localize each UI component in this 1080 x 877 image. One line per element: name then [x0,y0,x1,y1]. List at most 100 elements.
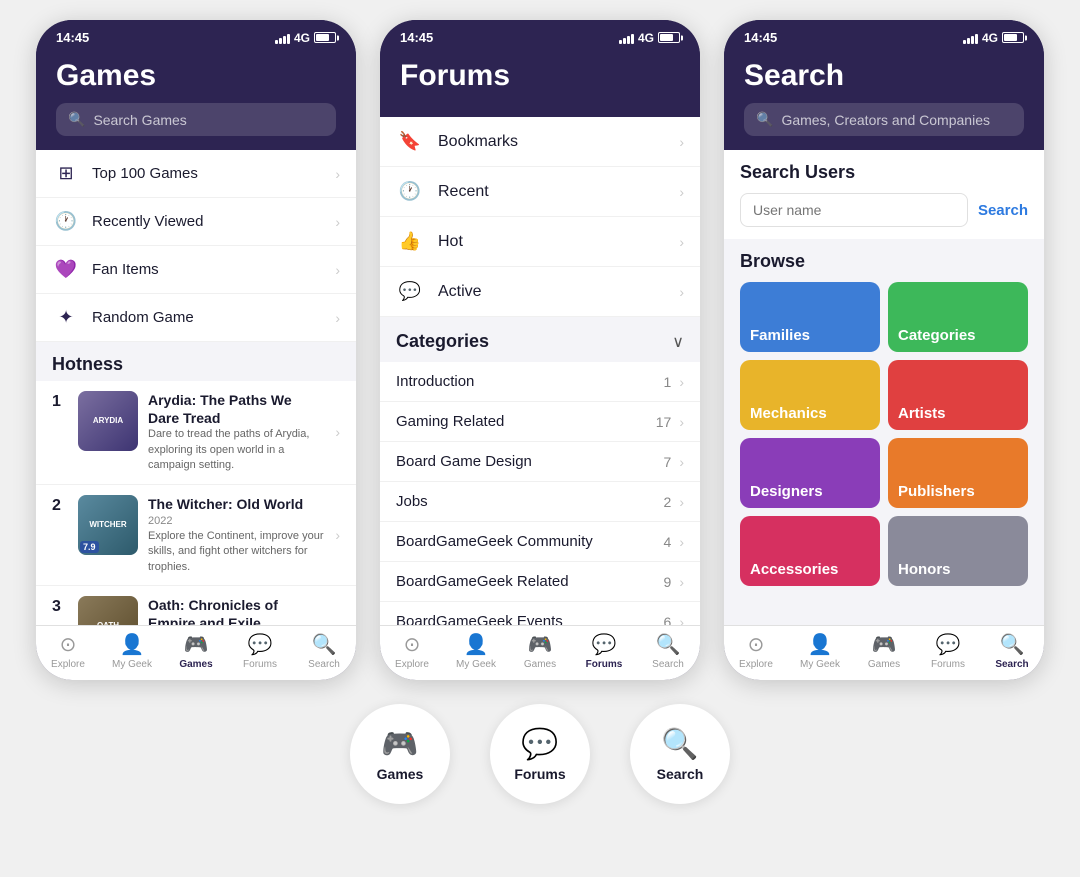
category-chevron-4: › [679,534,684,550]
game-rating-2: 7.9 [80,541,99,553]
mygeek-icon-s: 👤 [808,632,833,657]
tab-search-s[interactable]: 🔍 Search [980,632,1044,670]
accessories-label: Accessories [750,561,838,578]
category-name-2: Board Game Design [396,453,664,470]
games-bottom-icon: 🎮 [381,727,418,762]
search-bottom-icon: 🔍 [661,727,698,762]
game-item-1[interactable]: 1 ARYDIA Arydia: The Paths We Dare Tread… [36,381,356,485]
tab-games-f[interactable]: 🎮 Games [508,632,572,670]
explore-icon-s: ⊙ [748,632,765,657]
fan-items-chevron: › [335,262,340,278]
nav-top100[interactable]: ⊞ Top 100 Games › [36,150,356,198]
category-chevron-2: › [679,454,684,470]
tab-games-s[interactable]: 🎮 Games [852,632,916,670]
category-jobs[interactable]: Jobs 2 › [380,482,700,522]
forums-active[interactable]: 💬 Active › [380,267,700,317]
browse-families[interactable]: Families [740,282,880,352]
tab-forums[interactable]: 💬 Forums [228,632,292,670]
search-main-bar[interactable]: 🔍 Games, Creators and Companies [744,103,1024,136]
search-users-button[interactable]: Search [978,202,1028,219]
game-chevron-1: › [335,424,340,440]
browse-publishers[interactable]: Publishers [888,438,1028,508]
signal-bars-search [963,32,978,44]
games-search-bar[interactable]: 🔍 Search Games [56,103,336,136]
publishers-label: Publishers [898,483,975,500]
category-bgg-events[interactable]: BoardGameGeek Events 6 › [380,602,700,625]
category-bgg-community[interactable]: BoardGameGeek Community 4 › [380,522,700,562]
browse-accessories[interactable]: Accessories [740,516,880,586]
bar4s [975,34,978,44]
explore-label-s: Explore [739,659,773,670]
forums-recent[interactable]: 🕐 Recent › [380,167,700,217]
category-count-3: 2 [664,494,672,510]
tab-explore[interactable]: ⊙ Explore [36,632,100,670]
game-rank-3: 3 [52,598,68,616]
random-icon: ✦ [52,307,80,328]
browse-designers[interactable]: Designers [740,438,880,508]
mechanics-label: Mechanics [750,405,827,422]
forums-hot[interactable]: 👍 Hot › [380,217,700,267]
nav-random-game[interactable]: ✦ Random Game › [36,294,356,342]
recent-chevron: › [679,184,684,200]
browse-honors[interactable]: Honors [888,516,1028,586]
bar1 [275,40,278,44]
game-rank-1: 1 [52,393,68,411]
bookmarks-label: Bookmarks [438,133,665,151]
category-gaming-related[interactable]: Gaming Related 17 › [380,402,700,442]
categories-title: Categories [396,331,489,352]
tab-search-f[interactable]: 🔍 Search [636,632,700,670]
battery-search [1002,32,1024,43]
nav-fan-items[interactable]: 💜 Fan Items › [36,246,356,294]
categories-collapse[interactable]: ∨ [672,332,684,352]
search-users-section: Search Users Search [724,150,1044,239]
tab-mygeek-f[interactable]: 👤 My Geek [444,632,508,670]
games-tab-label: Games [179,659,212,670]
network-type: 4G [294,31,310,45]
forums-label: Forums [243,659,277,670]
status-time-search: 14:45 [744,30,777,45]
tab-explore-f[interactable]: ⊙ Explore [380,632,444,670]
category-chevron-1: › [679,414,684,430]
search-tab-icon: 🔍 [312,632,337,657]
search-main-icon: 🔍 [756,111,773,128]
category-introduction[interactable]: Introduction 1 › [380,362,700,402]
tab-forums-f[interactable]: 💬 Forums [572,632,636,670]
recent-label: Recent [438,183,665,201]
tab-games[interactable]: 🎮 Games [164,632,228,670]
game-item-3[interactable]: 3 OATH 8.1 Oath: Chronicles of Empire an… [36,586,356,625]
browse-mechanics[interactable]: Mechanics [740,360,880,430]
status-bar-forums: 14:45 4G [380,20,700,51]
signal-bars-forums [619,32,634,44]
tab-mygeek[interactable]: 👤 My Geek [100,632,164,670]
bar3f [627,36,630,44]
browse-grid: Families Categories Mechanics Artists De… [740,282,1028,586]
active-icon: 💬 [396,281,424,302]
category-board-game-design[interactable]: Board Game Design 7 › [380,442,700,482]
browse-artists[interactable]: Artists [888,360,1028,430]
mygeek-icon-f: 👤 [464,632,489,657]
battery-fill-search [1004,34,1017,41]
category-chevron-3: › [679,494,684,510]
category-bgg-related[interactable]: BoardGameGeek Related 9 › [380,562,700,602]
search-label-f: Search [652,659,684,670]
games-tab-label-s: Games [868,659,900,670]
game-item-2[interactable]: 2 WITCHER 7.9 The Witcher: Old World 202… [36,485,356,586]
nav-recently-viewed[interactable]: 🕐 Recently Viewed › [36,198,356,246]
tab-explore-s[interactable]: ⊙ Explore [724,632,788,670]
games-tab-label-f: Games [524,659,556,670]
username-input[interactable] [740,193,968,227]
game-desc-1: Dare to tread the paths of Arydia, explo… [148,427,325,473]
phones-row: 14:45 4G Games 🔍 Search Games [36,20,1044,680]
signal-bars [275,32,290,44]
tab-mygeek-s[interactable]: 👤 My Geek [788,632,852,670]
recently-viewed-chevron: › [335,214,340,230]
tab-search[interactable]: 🔍 Search [292,632,356,670]
game-thumb-2: WITCHER 7.9 [78,495,138,555]
category-count-2: 7 [664,454,672,470]
phone-games: 14:45 4G Games 🔍 Search Games [36,20,356,680]
browse-categories[interactable]: Categories [888,282,1028,352]
forums-bookmarks[interactable]: 🔖 Bookmarks › [380,117,700,167]
search-tab-label-s: Search [995,659,1028,670]
bar2 [279,38,282,44]
tab-forums-s[interactable]: 💬 Forums [916,632,980,670]
